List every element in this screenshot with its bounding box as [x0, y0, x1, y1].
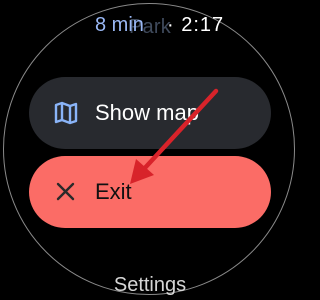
time-value: 2:17: [181, 14, 225, 36]
settings-item[interactable]: Settings: [0, 274, 300, 297]
exit-label: Exit: [95, 179, 132, 204]
status-bar: Park 8 min · 2:17: [0, 12, 300, 38]
map-icon: [53, 100, 79, 126]
watch-screen: Park 8 min · 2:17 Show map Exit Settings: [0, 0, 300, 300]
duration-text: 8 min: [95, 14, 144, 36]
clock-time: · 2:17: [167, 14, 224, 37]
time-separator: ·: [167, 14, 175, 36]
annotation-arrow: [130, 88, 219, 184]
show-map-label: Show map: [95, 100, 199, 125]
watch-bezel: [3, 3, 295, 295]
close-icon: [53, 179, 79, 205]
show-map-button[interactable]: Show map: [29, 77, 271, 149]
exit-button[interactable]: Exit: [29, 156, 271, 228]
